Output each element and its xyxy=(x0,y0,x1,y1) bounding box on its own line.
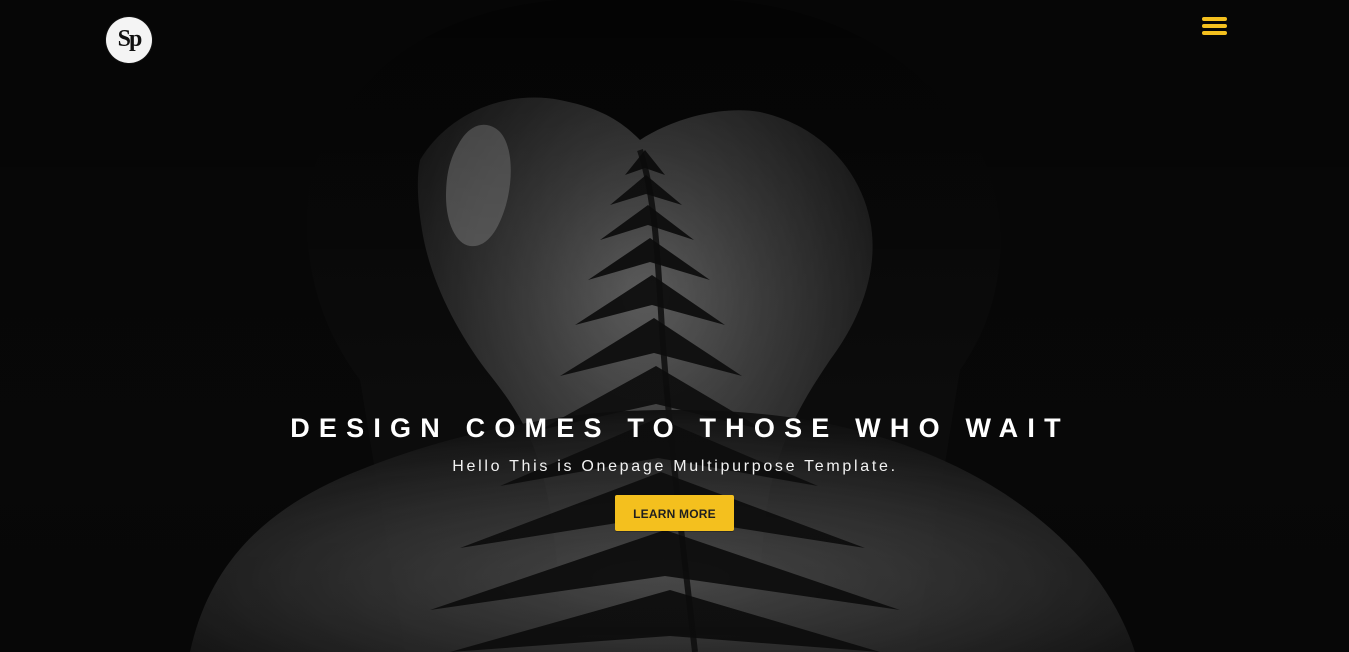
hero-content: DESIGN COMES TO THOSE WHO WAIT Hello Thi… xyxy=(0,412,1349,531)
learn-more-button[interactable]: LEARN MORE xyxy=(615,495,734,531)
hero-title: DESIGN COMES TO THOSE WHO WAIT xyxy=(290,413,1070,443)
hero-subtitle: Hello This is Onepage Multipurpose Templ… xyxy=(452,458,898,475)
hero-section: Sp DESIGN COMES TO THOSE WHO WAIT Hello … xyxy=(0,0,1349,652)
hamburger-icon-bar-bottom xyxy=(1202,31,1227,35)
hero-overlay xyxy=(0,0,1349,652)
logo-text: Sp xyxy=(117,25,143,52)
menu-button[interactable] xyxy=(1202,17,1227,37)
hamburger-icon-bar-middle xyxy=(1202,24,1227,28)
site-logo[interactable]: Sp xyxy=(106,17,152,63)
hamburger-icon-bar-top xyxy=(1202,17,1227,21)
